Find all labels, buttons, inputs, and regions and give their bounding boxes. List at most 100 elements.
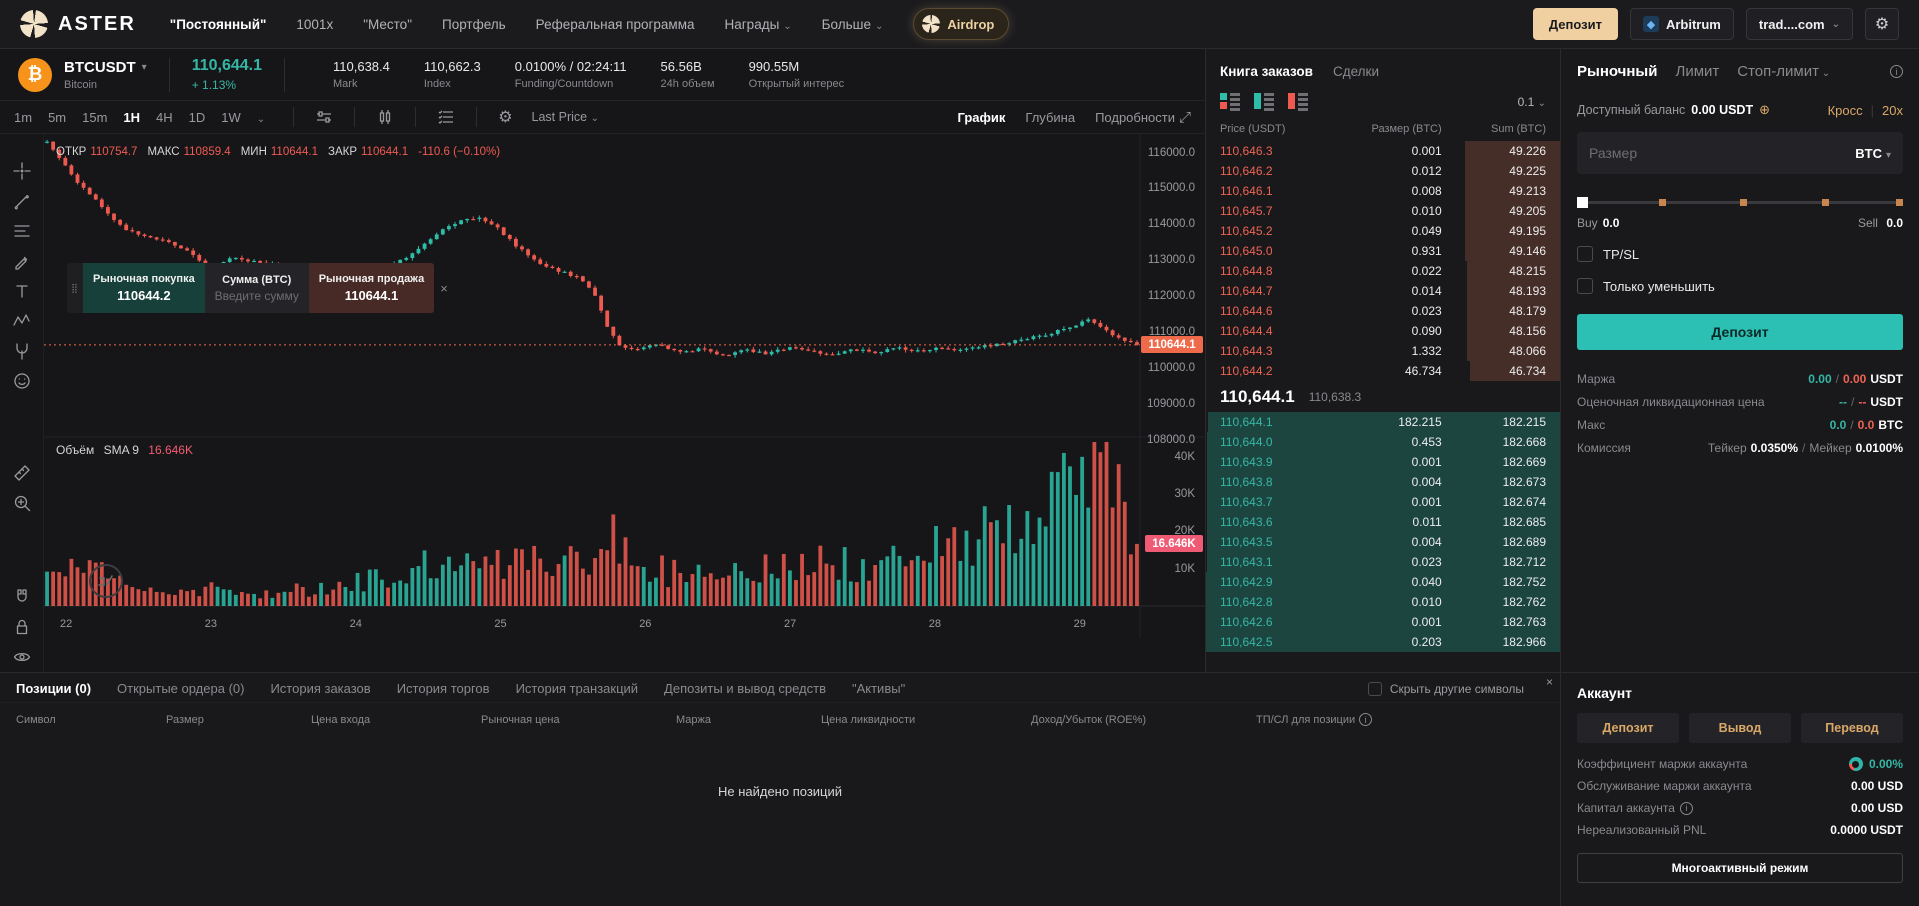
settings-button[interactable]: ⚙ <box>1865 8 1899 40</box>
timeframe-1m[interactable]: 1m <box>14 110 32 125</box>
candle-style-icon[interactable] <box>376 108 394 126</box>
timeframe-15m[interactable]: 15m <box>82 110 107 125</box>
chart-canvas[interactable]: ОТКР110754.7 МАКС110859.4 МИН110644.1 ЗА… <box>44 134 1205 638</box>
close-icon[interactable]: × <box>1546 675 1553 689</box>
ask-row[interactable]: 110,646.20.01249.225 <box>1206 161 1560 181</box>
book-view-bids-icon[interactable] <box>1254 93 1274 111</box>
account-button-2[interactable]: Перевод <box>1801 713 1903 743</box>
ask-row[interactable]: 110,646.10.00849.213 <box>1206 181 1560 201</box>
timeframe-1W[interactable]: 1W <box>221 110 241 125</box>
slider-mark-75[interactable] <box>1822 199 1829 206</box>
timeframe-1D[interactable]: 1D <box>189 110 206 125</box>
hide-other-symbols-toggle[interactable]: Скрыть другие символы <box>1368 682 1524 696</box>
slider-mark-25[interactable] <box>1659 199 1666 206</box>
chart-view-tab-1[interactable]: Глубина <box>1025 110 1075 125</box>
positions-tab-2[interactable]: История заказов <box>270 681 370 696</box>
symbol-selector[interactable]: BTCUSDT ▾ <box>64 59 147 76</box>
nav-item-4[interactable]: Реферальная программа <box>536 17 695 32</box>
bid-row[interactable]: 110,642.60.001182.763 <box>1206 612 1560 632</box>
bid-row[interactable]: 110,643.10.023182.712 <box>1206 552 1560 572</box>
tpsl-checkbox-row[interactable]: TP/SL <box>1577 246 1903 262</box>
market-sell-button[interactable]: Рыночная продажа 110644.1 <box>309 263 435 313</box>
slider-mark-100[interactable] <box>1896 199 1903 206</box>
positions-tab-4[interactable]: История транзакций <box>516 681 638 696</box>
ask-row[interactable]: 110,645.20.04949.195 <box>1206 221 1560 241</box>
nav-item-6[interactable]: Больше⌄ <box>822 17 884 32</box>
network-button[interactable]: ◆ Arbitrum <box>1630 8 1734 40</box>
bid-row[interactable]: 110,644.00.453182.668 <box>1206 432 1560 452</box>
wallet-button[interactable]: trad....com ⌄ <box>1746 8 1853 40</box>
ask-row[interactable]: 110,644.40.09048.156 <box>1206 321 1560 341</box>
timeframe-more[interactable]: ⌄ <box>257 110 265 125</box>
book-view-asks-icon[interactable] <box>1288 93 1308 111</box>
chart-view-tab-2[interactable]: Подробности <box>1095 110 1175 125</box>
timeframe-4H[interactable]: 4H <box>156 110 173 125</box>
brand[interactable]: ASTER <box>20 10 136 38</box>
reduce-only-checkbox-row[interactable]: Только уменьшить <box>1577 278 1903 294</box>
chart-view-tab-0[interactable]: График <box>957 110 1005 125</box>
order-type-tab-0[interactable]: Рыночный <box>1577 63 1657 80</box>
eye-icon[interactable] <box>7 642 37 672</box>
book-view-both-icon[interactable] <box>1220 93 1240 111</box>
magnet-icon[interactable] <box>7 582 37 612</box>
positions-tab-0[interactable]: Позиции (0) <box>16 681 91 696</box>
positions-tab-5[interactable]: Депозиты и вывод средств <box>664 681 826 696</box>
account-button-0[interactable]: Депозит <box>1577 713 1679 743</box>
nav-item-0[interactable]: "Постоянный" <box>170 17 267 32</box>
ask-row[interactable]: 110,644.80.02248.215 <box>1206 261 1560 281</box>
ruler-icon[interactable] <box>7 458 37 488</box>
info-icon[interactable] <box>1890 65 1903 78</box>
bid-row[interactable]: 110,643.90.001182.669 <box>1206 452 1560 472</box>
submit-deposit-button[interactable]: Депозит <box>1577 314 1903 350</box>
bid-row[interactable]: 110,642.80.010182.762 <box>1206 592 1560 612</box>
chart-settings-icon[interactable] <box>315 108 333 126</box>
size-input[interactable]: Размер BTC▾ <box>1577 132 1903 174</box>
positions-tab-1[interactable]: Открытые ордера (0) <box>117 681 244 696</box>
positions-tab-6[interactable]: "Активы" <box>852 681 905 696</box>
orderbook-tab-1[interactable]: Сделки <box>1333 64 1379 79</box>
margin-mode-button[interactable]: Кросс <box>1828 103 1863 118</box>
text-icon[interactable] <box>7 276 37 306</box>
multi-asset-mode-button[interactable]: Многоактивный режим <box>1577 853 1903 883</box>
tpsl-checkbox[interactable] <box>1577 246 1593 262</box>
size-slider[interactable] <box>1577 196 1903 208</box>
ask-row[interactable]: 110,644.246.73446.734 <box>1206 361 1560 381</box>
brush-icon[interactable] <box>7 246 37 276</box>
ask-row[interactable]: 110,644.70.01448.193 <box>1206 281 1560 301</box>
bid-row[interactable]: 110,642.90.040182.752 <box>1206 572 1560 592</box>
reduce-only-checkbox[interactable] <box>1577 278 1593 294</box>
crosshair-icon[interactable] <box>7 156 37 186</box>
account-button-1[interactable]: Вывод <box>1689 713 1791 743</box>
nav-item-1[interactable]: 1001x <box>296 17 333 32</box>
amount-input[interactable]: Сумма (BTC) Введите сумму <box>205 263 309 313</box>
bid-row[interactable]: 110,642.50.203182.966 <box>1206 632 1560 652</box>
precision-dropdown[interactable]: 0.1 ⌄ <box>1518 95 1546 109</box>
fullscreen-icon[interactable]: ⤢ <box>1179 109 1191 126</box>
orderbook-mid-row[interactable]: 110,644.1 110,638.3 <box>1206 381 1560 412</box>
nav-item-5[interactable]: Награды⌄ <box>725 17 792 32</box>
order-type-tab-1[interactable]: Лимит <box>1675 63 1719 80</box>
airdrop-button[interactable]: Airdrop <box>913 8 1009 40</box>
leverage-button[interactable]: 20x <box>1882 103 1903 118</box>
order-type-tab-2[interactable]: Стоп-лимит ⌄ <box>1737 63 1830 80</box>
ask-row[interactable]: 110,644.60.02348.179 <box>1206 301 1560 321</box>
hide-symbols-checkbox[interactable] <box>1368 682 1382 696</box>
transfer-plus-icon[interactable]: ⊕ <box>1759 102 1770 118</box>
indicators-icon[interactable] <box>437 108 455 126</box>
ask-row[interactable]: 110,645.00.93149.146 <box>1206 241 1560 261</box>
ask-row[interactable]: 110,645.70.01049.205 <box>1206 201 1560 221</box>
price-source-dropdown[interactable]: Last Price ⌄ <box>532 110 599 124</box>
zoom-in-icon[interactable] <box>7 488 37 518</box>
pitchfork-icon[interactable] <box>7 336 37 366</box>
timeframe-1H[interactable]: 1H <box>123 110 140 125</box>
slider-thumb[interactable] <box>1577 197 1588 208</box>
xabcd-pattern-icon[interactable] <box>7 306 37 336</box>
close-icon[interactable]: × <box>440 281 448 296</box>
nav-item-2[interactable]: "Место" <box>363 17 412 32</box>
orderbook-tab-0[interactable]: Книга заказов <box>1220 64 1313 79</box>
timeframe-5m[interactable]: 5m <box>48 110 66 125</box>
positions-tab-3[interactable]: История торгов <box>397 681 490 696</box>
info-icon[interactable] <box>1680 802 1693 815</box>
bid-row[interactable]: 110,643.50.004182.689 <box>1206 532 1560 552</box>
ask-row[interactable]: 110,646.30.00149.226 <box>1206 141 1560 161</box>
